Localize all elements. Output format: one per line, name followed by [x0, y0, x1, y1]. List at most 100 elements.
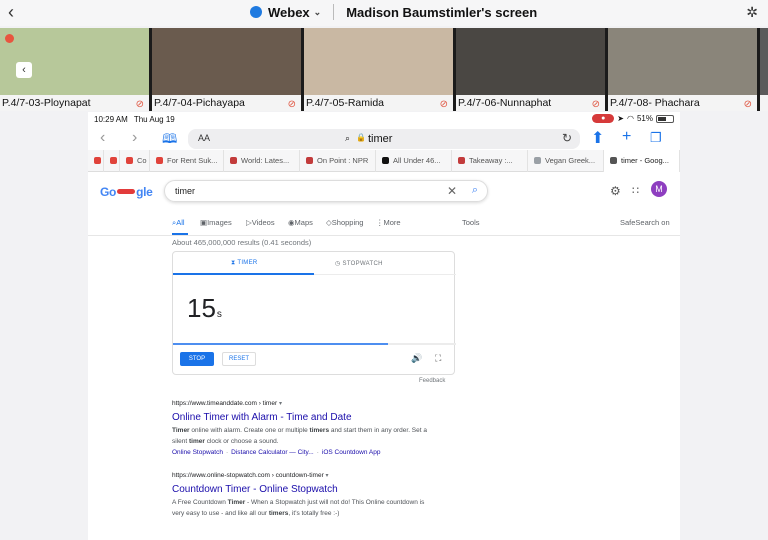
- sitelink[interactable]: Distance Calculator — City...: [231, 449, 314, 456]
- tab[interactable]: Co: [120, 150, 150, 172]
- safari-toolbar: ‹ › 🕮 AA ⌕ 🔒 timer ↻ ⬆ + ❐: [88, 126, 680, 150]
- participant-tile[interactable]: P.4/7-06-Nunnaphat ⊘: [456, 28, 605, 111]
- apps-grid-icon[interactable]: ∷: [632, 184, 639, 197]
- reset-button[interactable]: RESET: [222, 352, 256, 366]
- back-icon[interactable]: ‹: [100, 129, 105, 147]
- more-options-icon: ▾: [325, 473, 329, 479]
- timer-progress-bar: [173, 343, 389, 345]
- back-chevron-icon[interactable]: ‹: [8, 2, 14, 23]
- result-snippet: Timer online with alarm. Create one or m…: [172, 427, 427, 445]
- search-query: timer: [175, 186, 195, 196]
- result-url[interactable]: https://www.timeanddate.com › timer ▾: [172, 400, 482, 407]
- tab-favicon-icon: [126, 157, 133, 164]
- tabs-overview-icon[interactable]: ❐: [650, 130, 662, 146]
- tab[interactable]: All Under 46...: [376, 150, 452, 172]
- clear-icon[interactable]: ✕: [447, 184, 457, 198]
- address-bar[interactable]: AA ⌕ 🔒 timer ↻: [188, 129, 580, 149]
- webex-logo-icon: [250, 6, 262, 18]
- lock-icon: 🔒: [356, 133, 366, 142]
- safesearch-status[interactable]: SafeSearch on: [620, 218, 670, 227]
- recording-indicator-icon: [5, 34, 14, 43]
- tab[interactable]: World: Lates...: [224, 150, 300, 172]
- scroll-left-button[interactable]: ‹: [16, 62, 32, 78]
- nav-maps[interactable]: ◉ Maps: [288, 218, 313, 227]
- active-tab-underline: [173, 273, 314, 275]
- location-icon: ➤: [617, 114, 624, 123]
- battery-icon: [656, 114, 674, 123]
- status-date: Thu Aug 19: [133, 114, 175, 124]
- search-result: https://www.timeanddate.com › timer ▾ On…: [172, 400, 482, 456]
- muted-mic-icon: ⊘: [591, 99, 600, 110]
- participant-tile[interactable]: P.4/7-08- Phachara ⊘: [608, 28, 757, 111]
- reader-aa-button[interactable]: AA: [198, 133, 210, 143]
- tab-favicon-icon: [230, 157, 237, 164]
- tab-label: Takeaway :...: [469, 156, 513, 165]
- sitelink[interactable]: iOS Countdown App: [322, 449, 381, 456]
- search-result: https://www.online-stopwatch.com › count…: [172, 472, 482, 519]
- nav-tools[interactable]: Tools: [462, 218, 480, 227]
- more-options-icon: ▾: [278, 401, 282, 407]
- participant-name: P.4/7-05-Ramida: [304, 95, 453, 111]
- bookmarks-icon[interactable]: 🕮: [162, 130, 177, 152]
- participant-tile-partial[interactable]: [760, 28, 768, 111]
- timer-value: 15s: [187, 293, 222, 323]
- fullscreen-icon[interactable]: ⛶: [435, 353, 441, 364]
- nav-all[interactable]: ⌕ All: [172, 218, 185, 228]
- nav-videos[interactable]: ▷ Videos: [246, 218, 275, 227]
- tab[interactable]: On Point : NPR: [300, 150, 376, 172]
- forward-icon[interactable]: ›: [132, 129, 137, 147]
- avatar[interactable]: M: [651, 181, 667, 197]
- feedback-link[interactable]: Feedback: [419, 378, 445, 384]
- participant-video: [760, 28, 768, 95]
- participant-name: P.4/7-03-Ploynapat: [0, 95, 149, 111]
- muted-mic-icon: ⊘: [439, 99, 448, 110]
- result-title[interactable]: Online Timer with Alarm - Time and Date: [172, 412, 482, 423]
- search-input[interactable]: timer ✕ ⌕: [164, 180, 488, 202]
- shared-ipad-screen: 10:29 AM Thu Aug 19 ● ➤ ◠ 51% ‹ › 🕮 AA ⌕…: [88, 112, 680, 540]
- share-icon[interactable]: ⬆: [591, 128, 604, 148]
- search-nav: ⌕ All ▣ Images ▷ Videos ◉ Maps ◇ Shoppin…: [172, 218, 672, 232]
- nav-images[interactable]: ▣ Images: [200, 218, 232, 227]
- participant-tile[interactable]: P.4/7-04-Pichayapa ⊘: [152, 28, 301, 111]
- stop-button[interactable]: STOP: [180, 352, 214, 366]
- tab-close-icon[interactable]: [610, 157, 617, 164]
- tab[interactable]: Vegan Greek...: [528, 150, 604, 172]
- sound-icon[interactable]: 🔊: [411, 353, 422, 364]
- participant-strip: P.4/7-03-Ploynapat ⊘ P.4/7-04-Pichayapa …: [0, 28, 768, 111]
- tab[interactable]: For Rent Suk...: [150, 150, 224, 172]
- tab-label: Vegan Greek...: [545, 156, 596, 165]
- gear-icon[interactable]: ⚙: [610, 184, 621, 198]
- ios-status-bar: 10:29 AM Thu Aug 19 ● ➤ ◠ 51%: [88, 112, 680, 126]
- address-text: timer: [368, 133, 393, 145]
- tab-label: For Rent Suk...: [167, 156, 218, 165]
- screen-record-icon: ●: [592, 114, 615, 123]
- google-doodle-logo[interactable]: Go gle: [100, 185, 153, 199]
- participant-video: [456, 28, 605, 95]
- tab[interactable]: Takeaway :...: [452, 150, 528, 172]
- participant-tile[interactable]: P.4/7-05-Ramida ⊘: [304, 28, 453, 111]
- tab-label: All Under 46...: [393, 156, 441, 165]
- tab-label: On Point : NPR: [317, 156, 369, 165]
- tab-stopwatch[interactable]: ◷ STOPWATCH: [335, 260, 383, 267]
- result-url[interactable]: https://www.online-stopwatch.com › count…: [172, 472, 482, 479]
- participant-name-partial: [760, 95, 768, 111]
- tab-favicon-icon: [382, 157, 389, 164]
- tab-timer[interactable]: ⧗ TIMER: [231, 260, 258, 267]
- chevron-down-icon[interactable]: ⌄: [314, 7, 322, 18]
- tab[interactable]: [104, 150, 120, 172]
- nav-shopping[interactable]: ◇ Shopping: [326, 218, 363, 227]
- participant-name: P.4/7-08- Phachara: [608, 95, 757, 111]
- reload-icon[interactable]: ↻: [562, 131, 572, 145]
- nav-more[interactable]: ⋮ More: [376, 218, 401, 227]
- webex-app-name[interactable]: Webex: [268, 5, 310, 20]
- result-title[interactable]: Countdown Timer - Online Stopwatch: [172, 484, 482, 495]
- timer-widget: ⧗ TIMER ◷ STOPWATCH 15s STOP RESET 🔊 ⛶: [172, 251, 456, 375]
- search-icon[interactable]: ⌕: [472, 184, 478, 197]
- tab-favicon-icon: [306, 157, 313, 164]
- sitelink[interactable]: Online Stopwatch: [172, 449, 223, 456]
- participant-video: [608, 28, 757, 95]
- tab-active[interactable]: timer - Goog...: [604, 150, 680, 172]
- new-tab-icon[interactable]: +: [622, 128, 631, 146]
- result-stats: About 465,000,000 results (0.41 seconds): [172, 238, 312, 247]
- tab[interactable]: [88, 150, 104, 172]
